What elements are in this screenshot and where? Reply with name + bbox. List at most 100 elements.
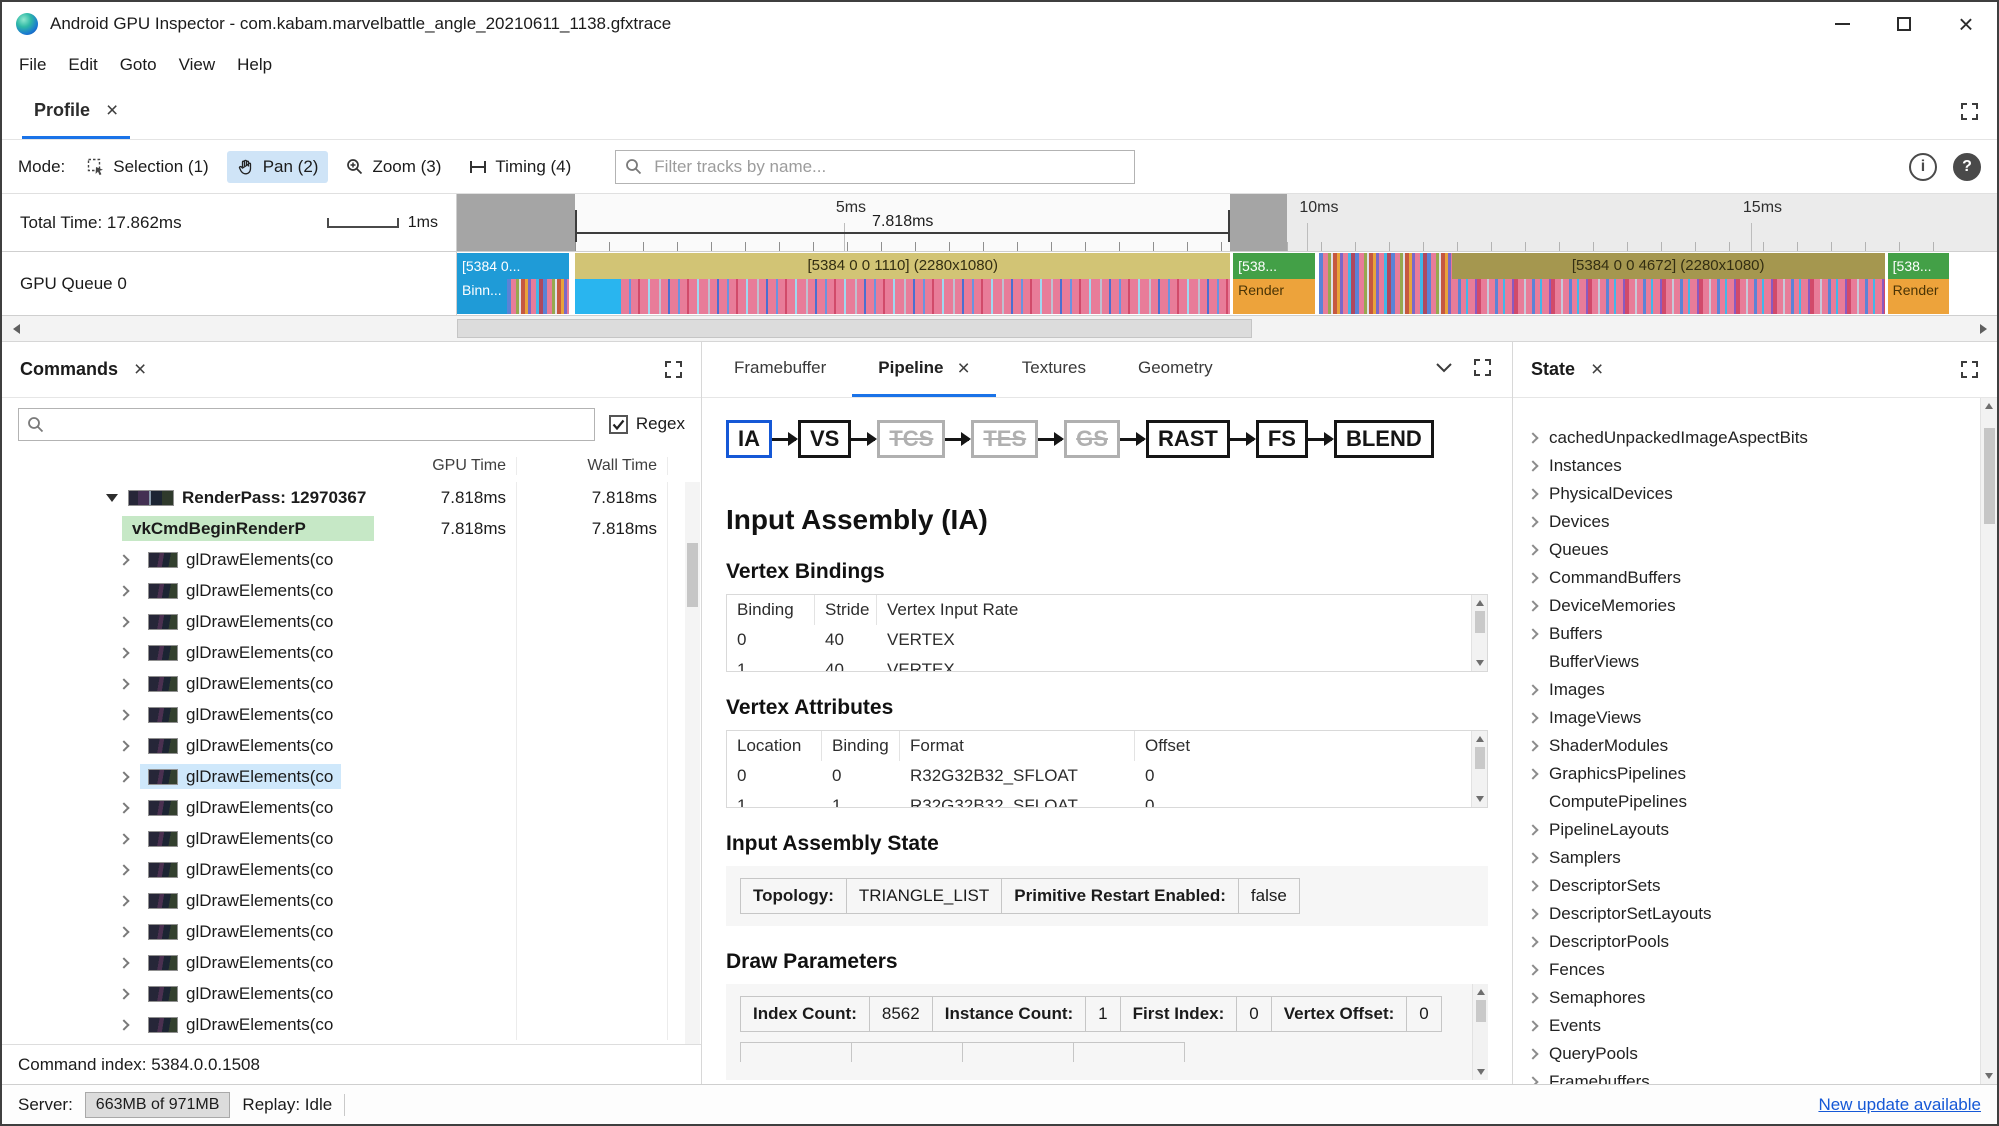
mode-pan-button[interactable]: Pan (2): [226, 150, 329, 183]
menu-item[interactable]: Help: [226, 46, 283, 84]
state-tree-item[interactable]: QueryPools: [1513, 1040, 1997, 1068]
command-row[interactable]: glDrawElements(co: [2, 854, 701, 885]
expand-chevron-icon[interactable]: [118, 801, 130, 814]
stage-box[interactable]: IA: [726, 420, 772, 459]
gpu-queue-track[interactable]: [5384 0... Binn... [5384 0 0 1110] (2280…: [457, 252, 1997, 315]
expand-chevron-icon[interactable]: [118, 925, 130, 938]
expand-chevron-icon[interactable]: [1527, 460, 1539, 472]
tab-overflow-button[interactable]: [1435, 361, 1453, 379]
filter-tracks-input[interactable]: [615, 149, 1136, 184]
scroll-down-icon[interactable]: [1476, 796, 1484, 803]
tab-pipeline[interactable]: Pipeline ×: [852, 342, 996, 397]
stage-box[interactable]: TES: [971, 420, 1039, 459]
command-row[interactable]: glDrawElements(co: [2, 544, 701, 575]
scroll-up-icon[interactable]: [1477, 989, 1485, 996]
state-tree-item[interactable]: GraphicsPipelines: [1513, 760, 1997, 788]
scrollbar-thumb[interactable]: [687, 543, 698, 607]
command-row[interactable]: glDrawElements(co: [2, 1009, 701, 1040]
expand-chevron-icon[interactable]: [1527, 852, 1539, 864]
stage-box[interactable]: RAST: [1145, 420, 1230, 459]
section-scrollbar[interactable]: [1472, 984, 1488, 1081]
mode-zoom-button[interactable]: Zoom (3): [336, 151, 451, 183]
expand-chevron-icon[interactable]: [118, 956, 130, 969]
command-row[interactable]: glDrawElements(co: [2, 916, 701, 947]
command-row[interactable]: glDrawElements(co: [2, 575, 701, 606]
state-tree-item[interactable]: Buffers: [1513, 620, 1997, 648]
command-row[interactable]: glDrawElements(co: [2, 947, 701, 978]
stage-box[interactable]: FS: [1255, 420, 1308, 459]
expand-chevron-icon[interactable]: [118, 708, 130, 721]
expand-chevron-icon[interactable]: [1527, 1048, 1539, 1060]
timeline-ruler[interactable]: 5ms 10ms 15ms 7.818ms: [457, 194, 1997, 251]
regex-option[interactable]: Regex: [608, 414, 685, 434]
command-row[interactable]: glDrawElements(co: [2, 730, 701, 761]
expand-chevron-icon[interactable]: [1527, 964, 1539, 976]
renderpass-segment[interactable]: [538... Render: [1887, 253, 1950, 314]
expand-chevron-icon[interactable]: [1527, 488, 1539, 500]
expand-chevron-icon[interactable]: [1527, 628, 1539, 640]
timeline-horizontal-scrollbar[interactable]: [2, 316, 1997, 342]
menu-item[interactable]: Goto: [109, 46, 168, 84]
expand-chevron-icon[interactable]: [118, 987, 130, 1000]
stage-box[interactable]: TCS: [877, 420, 946, 459]
state-tree-item[interactable]: cachedUnpackedImageAspectBits: [1513, 424, 1997, 452]
renderpass-segment-selected[interactable]: [5384 0 0 1110] (2280x1080): [575, 253, 1231, 314]
fullscreen-button[interactable]: [1960, 360, 1979, 379]
pipeline-stage[interactable]: FS: [1229, 420, 1308, 459]
update-available-link[interactable]: New update available: [1818, 1095, 1981, 1115]
expand-chevron-icon[interactable]: [1527, 768, 1539, 780]
info-button[interactable]: i: [1909, 152, 1937, 181]
state-tree-item[interactable]: CommandBuffers: [1513, 564, 1997, 592]
state-tree-item[interactable]: Framebuffers: [1513, 1068, 1997, 1084]
table-row[interactable]: 1 1 R32G32B32_SFLOAT 0: [727, 791, 1470, 807]
state-tree-item[interactable]: DescriptorPools: [1513, 928, 1997, 956]
expand-chevron-icon[interactable]: [1527, 516, 1539, 528]
expand-chevron-icon[interactable]: [1527, 712, 1539, 724]
stage-box[interactable]: VS: [798, 420, 852, 459]
renderpass-segment[interactable]: [538... Render: [1233, 253, 1315, 314]
state-tree-item[interactable]: PipelineLayouts: [1513, 816, 1997, 844]
menu-item[interactable]: Edit: [57, 46, 108, 84]
state-tree-item[interactable]: ImageViews: [1513, 704, 1997, 732]
command-row[interactable]: glDrawElements(co: [2, 637, 701, 668]
state-vertical-scrollbar[interactable]: [1980, 398, 1997, 1084]
maximize-button[interactable]: [1873, 2, 1935, 46]
command-row-begin-renderpass[interactable]: vkCmdBeginRenderP 7.818ms 7.818ms: [2, 513, 701, 544]
expand-chevron-icon[interactable]: [1527, 880, 1539, 892]
expand-chevron-icon[interactable]: [1527, 1076, 1539, 1084]
table-scrollbar[interactable]: [1471, 595, 1487, 672]
scrollbar-thumb[interactable]: [456, 319, 1252, 338]
expand-chevron-icon[interactable]: [1527, 544, 1539, 556]
fullscreen-button[interactable]: [1473, 358, 1492, 382]
expand-chevron-icon[interactable]: [118, 553, 130, 566]
scroll-down-icon[interactable]: [1477, 1069, 1485, 1076]
expand-chevron-icon[interactable]: [118, 863, 130, 876]
expand-chevron-icon[interactable]: [1527, 908, 1539, 920]
expand-chevron-icon[interactable]: [1527, 572, 1539, 584]
scrollbar-thumb[interactable]: [1475, 611, 1485, 634]
command-row[interactable]: glDrawElements(co: [2, 761, 701, 792]
pipeline-stage[interactable]: VS: [772, 420, 852, 459]
minimize-button[interactable]: [1811, 2, 1873, 46]
expand-chevron-icon[interactable]: [1527, 740, 1539, 752]
pipeline-stage[interactable]: GS: [1038, 420, 1120, 459]
state-tree-item[interactable]: Samplers: [1513, 844, 1997, 872]
state-tree-item[interactable]: DescriptorSetLayouts: [1513, 900, 1997, 928]
state-tree-item[interactable]: PhysicalDevices: [1513, 480, 1997, 508]
scrollbar-thumb[interactable]: [1475, 747, 1485, 770]
state-tree-item[interactable]: ShaderModules: [1513, 732, 1997, 760]
command-row[interactable]: glDrawElements(co: [2, 792, 701, 823]
tab-textures[interactable]: Textures: [996, 342, 1112, 397]
expand-chevron-icon[interactable]: [1527, 432, 1539, 444]
commands-search-input[interactable]: [19, 408, 594, 440]
table-row[interactable]: 1 40 VERTEX: [727, 655, 1470, 671]
table-row[interactable]: 0 0 R32G32B32_SFLOAT 0: [727, 761, 1470, 791]
highlighted-command[interactable]: vkCmdBeginRenderP: [122, 516, 374, 541]
scroll-up-icon[interactable]: [1985, 403, 1993, 409]
state-tree-item[interactable]: DeviceMemories: [1513, 592, 1997, 620]
pipeline-stage[interactable]: TCS: [851, 420, 946, 459]
menu-item[interactable]: View: [168, 46, 227, 84]
expand-chevron-icon[interactable]: [1527, 936, 1539, 948]
state-tree-item[interactable]: Events: [1513, 1012, 1997, 1040]
mode-timing-button[interactable]: Timing (4): [459, 151, 581, 183]
